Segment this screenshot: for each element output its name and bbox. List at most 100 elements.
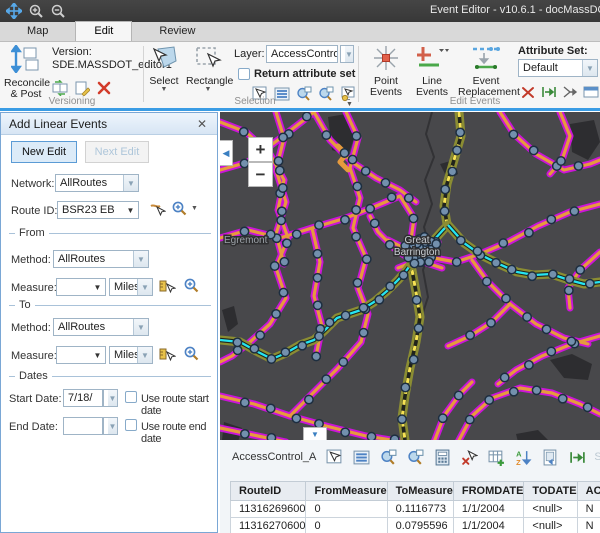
column-header[interactable]: FROMDATE: [453, 482, 524, 501]
use-route-start-label: Use route start date: [141, 393, 217, 417]
column-header[interactable]: FromMeasure: [306, 482, 387, 501]
end-date-arrow[interactable]: ▼: [103, 417, 118, 435]
return-attribute-checkbox[interactable]: [238, 68, 250, 80]
table-row[interactable]: 1131626960000.11167731/1/2004<null>N: [231, 501, 600, 518]
select-button[interactable]: Select ▼: [146, 45, 182, 93]
start-date-label: Start Date:: [9, 393, 62, 405]
selectable-layers-icon[interactable]: [340, 86, 356, 102]
table-cell: <null>: [524, 518, 577, 533]
polygon-select-icon[interactable]: [326, 449, 343, 466]
column-header[interactable]: RouteID: [231, 482, 306, 501]
table-cell: 1/1/2004: [453, 501, 524, 518]
table-cell: 0: [306, 501, 387, 518]
line-events-button[interactable]: Line Events: [412, 45, 452, 98]
grid-disabled-label: S: [594, 451, 600, 463]
zoom-route-icon[interactable]: [171, 200, 188, 217]
column-header[interactable]: AC: [577, 482, 600, 501]
from-method-label: Method:: [11, 254, 51, 266]
map-view[interactable]: EgremontGreatBarrington ◀ + − ▼: [220, 112, 600, 440]
dates-legend: Dates: [15, 370, 52, 382]
map-canvas: EgremontGreatBarrington: [220, 112, 600, 440]
zoom-in-icon[interactable]: [28, 3, 44, 19]
start-date-input[interactable]: 7/18/: [63, 389, 103, 407]
add-row-icon[interactable]: [488, 449, 505, 466]
event-replacement-button[interactable]: Event Replacement: [458, 45, 514, 98]
chevron-down-icon: ▼: [123, 202, 138, 218]
table-cell: 1/1/2004: [453, 518, 524, 533]
table-cell: 11316270600: [231, 518, 306, 533]
table-cell: 0.0795596: [387, 518, 453, 533]
tab-map[interactable]: Map: [8, 21, 67, 41]
attribute-set-dropdown[interactable]: Default ▼: [518, 59, 598, 77]
collapse-table-button[interactable]: ▼: [303, 427, 327, 440]
tab-edit[interactable]: Edit: [75, 21, 132, 41]
next-edit-button[interactable]: Next Edit: [85, 141, 149, 163]
pan-icon[interactable]: [6, 3, 22, 19]
return-attribute-label: Return attribute set: [254, 68, 355, 80]
use-route-start-checkbox[interactable]: [125, 391, 137, 403]
zoom-route-caret[interactable]: ▼: [191, 206, 198, 212]
merge-events-icon[interactable]: [562, 84, 578, 100]
new-version-icon[interactable]: [74, 80, 90, 96]
delete-version-icon[interactable]: [96, 80, 112, 96]
delete-selected-icon[interactable]: [461, 449, 478, 466]
rectangle-button[interactable]: Rectangle ▼: [186, 45, 230, 93]
list-icon[interactable]: [353, 449, 370, 466]
point-events-button[interactable]: Point Events: [366, 45, 406, 98]
panel-title: Add Linear Events: [9, 117, 195, 131]
calculator-icon[interactable]: [434, 449, 451, 466]
layer-dropdown[interactable]: AccessControl_A: [266, 45, 338, 63]
versioning-group-label: Versioning: [20, 96, 124, 107]
close-icon[interactable]: ✕: [195, 117, 209, 131]
route-id-combo[interactable]: BSR23 EB ▼: [57, 201, 139, 219]
to-method-dropdown[interactable]: AllRoutes ▼: [53, 318, 149, 336]
to-measure-combo[interactable]: ▼: [56, 346, 106, 364]
svg-text:Barrington: Barrington: [394, 247, 440, 258]
reconcile-post-button[interactable]: Reconcile & Post: [4, 45, 48, 100]
from-method-dropdown[interactable]: AllRoutes ▼: [53, 250, 149, 268]
to-method-label: Method:: [11, 322, 51, 334]
refresh-version-icon[interactable]: [52, 80, 68, 96]
select-icon: [146, 45, 182, 74]
use-route-end-checkbox[interactable]: [125, 419, 137, 431]
selection-group-label: Selection: [200, 96, 310, 107]
layer-label: Layer:: [234, 48, 265, 60]
identify-icon[interactable]: [542, 449, 559, 466]
version-label: Version:: [52, 46, 92, 59]
column-header[interactable]: TODATE: [524, 482, 577, 501]
map-zoom-in-button[interactable]: +: [248, 137, 273, 162]
table-row[interactable]: 1131627060000.07955961/1/2004<null>N: [231, 518, 600, 533]
from-measure-combo[interactable]: ▼: [56, 278, 106, 296]
start-date-arrow[interactable]: ▼: [103, 389, 118, 407]
measure-icon[interactable]: [569, 449, 586, 466]
to-measure-label: Measure:: [11, 350, 57, 362]
select-route-icon[interactable]: [149, 201, 166, 218]
to-measure-select-icon[interactable]: [159, 346, 176, 363]
from-zoom-icon[interactable]: [183, 277, 200, 294]
table-cell: <null>: [524, 501, 577, 518]
from-unit-dropdown[interactable]: Miles ▼: [109, 278, 153, 296]
from-measure-select-icon[interactable]: [159, 278, 176, 295]
table-cell: N: [577, 518, 600, 533]
line-events-icon: [412, 45, 452, 74]
grid-toolbar: AccessControl_A AZ S: [220, 444, 600, 470]
column-header[interactable]: ToMeasure: [387, 482, 453, 501]
zoom-selected-icon[interactable]: [380, 449, 397, 466]
pan-selected-icon[interactable]: [318, 86, 334, 102]
tab-review[interactable]: Review: [140, 21, 214, 41]
new-edit-button[interactable]: New Edit: [11, 141, 77, 163]
to-zoom-icon[interactable]: [183, 345, 200, 362]
end-date-input[interactable]: [63, 417, 103, 435]
sort-az-icon[interactable]: AZ: [515, 449, 532, 466]
attributes-window-icon[interactable]: [583, 84, 599, 100]
zoom-next-selected-icon[interactable]: [407, 449, 424, 466]
measure-event-icon[interactable]: [541, 84, 557, 100]
layer-dropdown-arrow[interactable]: ▼: [340, 45, 354, 63]
zoom-out-icon[interactable]: [50, 3, 66, 19]
map-zoom-out-button[interactable]: −: [248, 162, 273, 187]
to-unit-dropdown[interactable]: Miles ▼: [109, 346, 153, 364]
panel-header: Add Linear Events ✕: [1, 113, 217, 135]
network-dropdown[interactable]: AllRoutes ▼: [55, 174, 139, 192]
network-label: Network:: [11, 178, 54, 190]
collapse-panel-button[interactable]: ◀: [220, 140, 233, 166]
